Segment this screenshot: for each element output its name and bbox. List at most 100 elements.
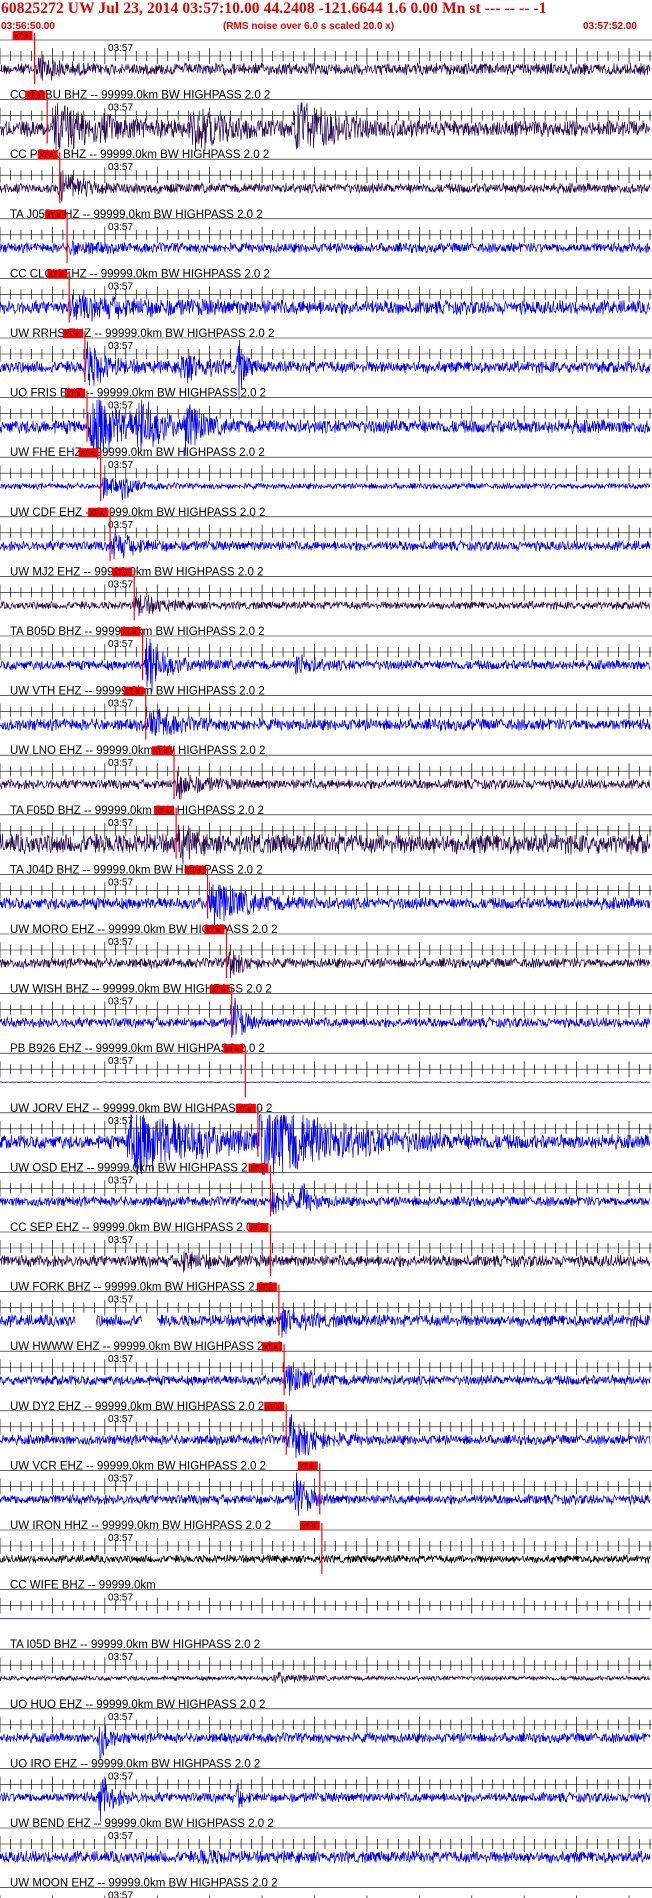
pick-label: xT a [15, 33, 29, 40]
pick-label: xT a [238, 1106, 252, 1113]
tick-label: 03:57 [108, 1891, 133, 1898]
tick-label: 03:57 [108, 401, 133, 412]
waveform [0, 1671, 651, 1685]
tick-label: 03:57 [108, 758, 133, 769]
tick-label: 03:57 [108, 877, 133, 888]
trace-27: 03:57 UO HUO EHZ -- 99999.0km BW HIGHPASS… [0, 1652, 652, 1711]
pick-label: xT a [225, 1046, 239, 1053]
waveform [0, 101, 651, 152]
station-label: UW FHE EHZ -- 99999.0km BW HIGHPASS 2.0 … [10, 447, 265, 459]
tick-label: 03:57 [108, 997, 133, 1008]
station-label: UW FORK BHZ -- 99999.0km BW HIGHPASS 2.0… [10, 1282, 274, 1294]
tick-label: 03:57 [108, 1056, 133, 1067]
waveform [0, 1413, 651, 1458]
trace-30: 03:57 UW MOON EHZ -- 99999.0km BW HIGHPAS… [0, 1831, 652, 1890]
tick-label: 03:57 [108, 341, 133, 352]
tick-label: 03:57 [108, 1652, 133, 1663]
tick-label: 03:57 [108, 699, 133, 710]
pick-label: xT a [302, 1523, 316, 1530]
pick-label: xT a [156, 808, 170, 815]
waveform [0, 477, 651, 501]
tick-label: 03:57 [108, 818, 133, 829]
station-label: CC TCBU BHZ -- 99999.0km BW HIGHPASS 2.0… [10, 90, 270, 102]
pick-label: xT a [67, 391, 81, 398]
pick-label: xT a [40, 152, 54, 159]
waveform [0, 1849, 651, 1865]
station-label: UW MORO EHZ -- 99999.0km BW HIGHPASS 2.0… [10, 924, 278, 936]
pick-label: xT a [264, 1344, 278, 1351]
station-label: TA J04D BHZ -- 99999.0km BW HIGHPASS 2.0… [10, 864, 263, 876]
waveform [0, 1553, 651, 1565]
waveform [0, 1472, 651, 1516]
tick-label: 03:57 [108, 222, 133, 233]
station-label: UW LNO EHZ -- 99999.0km BW HIGHPASS 2.0 … [10, 745, 265, 757]
tick-label: 03:57 [108, 639, 133, 650]
tick-label: 03:57 [108, 281, 133, 292]
waveform [0, 1309, 651, 1338]
trace-0: 03:57xT aCC TCBU BHZ -- 99999.0km BW HIG… [0, 31, 652, 102]
pick-label: xT a [266, 1404, 280, 1411]
waveform [0, 637, 651, 692]
tick-label: 03:57 [108, 103, 133, 114]
pick-label: xT a [154, 748, 168, 755]
tick-label: 03:57 [108, 1295, 133, 1306]
tick-label: 03:57 [108, 1712, 133, 1723]
station-label: UW HWWW EHZ -- 99999.0km BW HIGHPASS 2.0… [10, 1341, 283, 1353]
trace-31: 03:57 [0, 1891, 630, 1898]
station-label: UW OSD EHZ -- 99999.0km BW HIGHPASS 2.0 … [10, 1162, 267, 1174]
pick-label: xT a [114, 569, 128, 576]
pick-label: xT a [126, 689, 140, 696]
tick-label: 03:57 [108, 1235, 133, 1246]
trace-28: 03:57 UO IRO EHZ -- 99999.0km BW HIGHPASS… [0, 1712, 652, 1770]
waveform [0, 997, 651, 1036]
pick-label: xT a [123, 629, 137, 636]
station-label: CC WIFE BHZ -- 99999.0km [10, 1580, 156, 1592]
station-label: UW BEND EHZ -- 99999.0km BW HIGHPASS 2.0… [10, 1818, 274, 1830]
station-label: TA F05D BHZ -- 99999.0km BW HIGHPASS 2.0… [10, 805, 264, 817]
station-label: TA I05D BHZ -- 99999.0km BW HIGHPASS 2.0… [10, 1639, 260, 1651]
pick-label: xT a [188, 867, 202, 874]
pick-label: xT a [300, 1463, 314, 1470]
station-label: UO FRIS EHZ -- 99999.0km BW HIGHPASS 2.0… [10, 388, 266, 400]
pick-label: xT a [65, 331, 79, 338]
tick-label: 03:57 [108, 1771, 133, 1782]
pick-label: xT a [250, 1225, 264, 1232]
trace-29: 03:57 UW BEND EHZ -- 99999.0km BW HIGHPAS… [0, 1771, 652, 1830]
pick-label: xT a [49, 271, 63, 278]
station-label: UW JORV EHZ -- 99999.0km BW HIGHPASS 2.0… [10, 1103, 272, 1115]
tick-label: 03:57 [108, 579, 133, 590]
tick-label: 03:57 [108, 1533, 133, 1544]
tick-label: 03:57 [108, 1831, 133, 1842]
station-label: CC SEP EHZ -- 99999.0km BW HIGHPASS 2.0 … [10, 1222, 262, 1234]
station-label: UW VCR EHZ -- 99999.0km BW HIGHPASS 2.0 … [10, 1460, 266, 1472]
tick-label: 03:57 [108, 1473, 133, 1484]
tick-label: 03:57 [108, 520, 133, 531]
seismogram-plot: 03:57 xT a CC TCBU BHZ -- 99999.0km BW HIG… [0, 31, 652, 1898]
pick-label: xT a [212, 987, 226, 994]
tick-label: 03:57 [108, 1175, 133, 1186]
pick-label: xT a [250, 1165, 264, 1172]
station-label: UW IRON HHZ -- 99999.0km BW HIGHPASS 2.0… [10, 1520, 271, 1532]
station-label: UW WISH BHZ -- 99999.0km BW HIGHPASS 2.0… [10, 984, 272, 996]
tick-label: 03:57 [108, 1354, 133, 1365]
pick-label: xT a [27, 93, 41, 100]
tick-label: 03:57 [108, 1593, 133, 1604]
waveform [0, 1081, 651, 1084]
station-label: UW RRHS EHZ -- 99999.0km BW HIGHPASS 2.0… [10, 328, 274, 340]
waveform [0, 1251, 651, 1273]
pick-label: xT a [206, 927, 220, 934]
pick-label: xT a [90, 510, 104, 517]
waveform [0, 240, 651, 256]
pick-label: xT a [47, 212, 61, 219]
station-label: UW DY2 EHZ -- 99999.0km BW HIGHPASS 2.0 … [10, 1401, 264, 1413]
tick-label: 03:57 [108, 460, 133, 471]
waveform [0, 1724, 651, 1760]
station-label: UO HUO EHZ -- 99999.0km BW HIGHPASS 2.0 … [10, 1699, 265, 1711]
trace-26: 03:57 TA I05D BHZ -- 99999.0km BW HIGHPAS… [0, 1593, 652, 1651]
pick-label: xT a [81, 450, 95, 457]
station-label: UO IRO EHZ -- 99999.0km BW HIGHPASS 2.0 … [10, 1758, 260, 1770]
station-label: UW CDF EHZ -- 99999.0km BW HIGHPASS 2.0 … [10, 507, 265, 519]
tick-label: 03:57 [108, 937, 133, 948]
tick-label: 03:57 [108, 162, 133, 173]
seismogram-page: { "header": { "title": "60825272 UW Jul … [0, 0, 652, 1898]
